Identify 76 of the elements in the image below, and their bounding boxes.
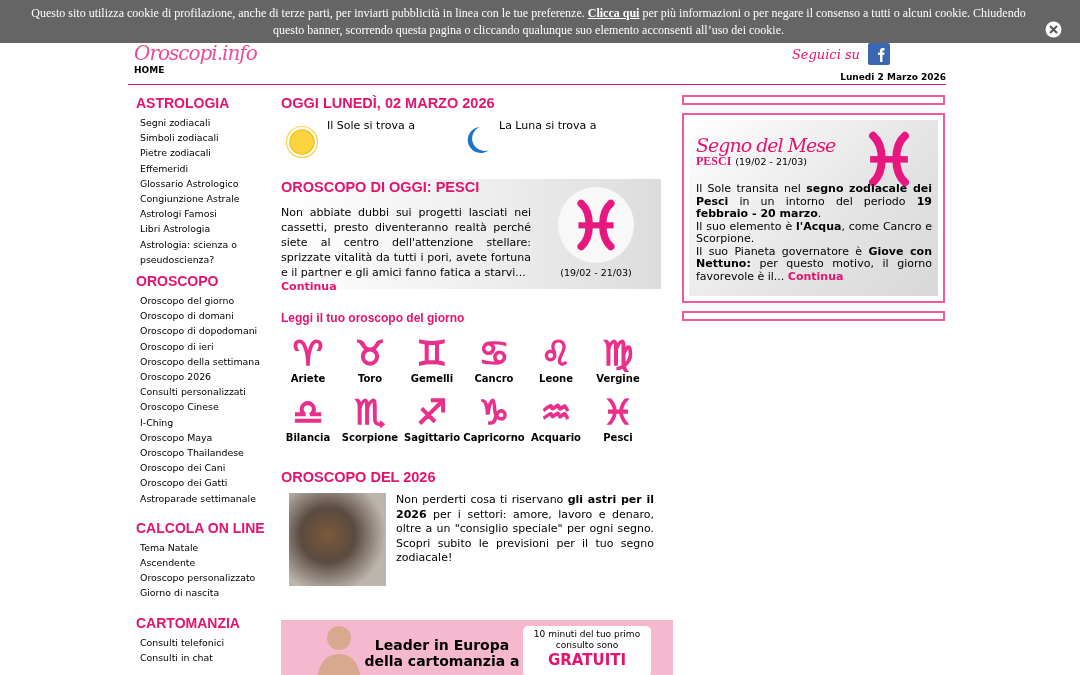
sidebar-link[interactable]: Oroscopo della settimana [140,353,278,370]
zodiac-sign-link[interactable]: ♓ Pesci [587,392,649,443]
moon-position: La Luna si trova a [499,119,597,134]
sidebar-link[interactable]: Congiunzione Astrale [140,191,278,207]
year-text: Non perderti cosa ti riservano gli astri per il 2026 per i settori: amore, lavoro e denaro, oltre a un "consiglio speciale" per ogni segno. Scopri subito le previsioni per il tuo segno zodiacale! [396,493,654,566]
offer-highlight: GRATUITI [546,651,628,669]
month-sign-title: Segno del Mese [696,134,836,156]
sidebar-link[interactable]: Oroscopo Maya [140,429,278,446]
signs-heading: Leggi il tuo oroscopo del giorno [281,311,466,325]
date-heading: OGGI LUNEDÌ, 02 MARZO 2026 [281,95,496,111]
horoscope-text: Non abbiate dubbi sui progetti lasciati nei cassetti, presto diventeranno realtà perché siete al centro dell'attenzione stellare: sprizzate vitalità da tutti i pori, avete fortuna e il partner e gli amici fanno fatica a starvi... [281,205,531,280]
zodiac-sign-link[interactable]: ♐ Sagittario [401,392,463,443]
sidebar-link[interactable]: Tema Natale [140,539,278,556]
section-heading: OROSCOPO [136,273,220,290]
sign-description: Il Sole transita nel segno zodiacale dei Pesci in un intorno del periodo 19 febbraio - 20 marzo. [696,183,932,221]
current-date: Lunedi 2 Marzo 2026 [840,72,946,82]
sidebar-link[interactable]: Consulti telefonici [140,634,278,650]
info-link[interactable]: Clicca qui [587,6,640,20]
offer-text: 10 minuti del tuo primo consulto sono [532,629,642,651]
date-range: (19/02 - 21/03) [560,267,632,278]
zodiac-sign-link[interactable]: ♌ Leone [525,333,587,384]
ad-headline: Leader in Europa [373,637,511,653]
sidebar-link[interactable]: Oroscopo Thailandese [140,445,278,461]
sidebar-link[interactable]: I-Ching [140,414,278,430]
zodiac-sign-link[interactable]: ♍ Vergine [587,333,649,384]
horoscope-title: OROSCOPO DI OGGI: PESCI [281,179,481,195]
sidebar-link[interactable]: Oroscopo personalizzato [140,570,278,586]
year-heading: OROSCOPO DEL 2026 [281,469,437,485]
sidebar-link[interactable]: Consulti personalizzati [140,384,278,400]
zodiac-sign-link[interactable]: ♈ Ariete [277,333,339,384]
sidebar-link[interactable]: Oroscopo Cinese [140,399,278,415]
sidebar-link[interactable]: Libri Astrologia [140,221,278,237]
continue-link[interactable]: Continua [281,280,337,293]
sidebar-link[interactable]: Simboli zodiacali [140,130,278,146]
date-range: (19/02 - 21/03) [735,156,807,167]
site-logo[interactable]: Oroscopi.info [134,42,257,64]
close-icon[interactable] [1044,21,1062,38]
sidebar-link[interactable]: Oroscopo dei Gatti [140,475,278,491]
zodiac-sign-link[interactable]: ♏ Scorpione [339,392,401,443]
facebook-icon[interactable] [868,43,890,65]
zodiac-sign-link[interactable]: ♎ Bilancia [277,392,339,443]
section-heading: CALCOLA ON LINE [136,519,266,536]
sidebar-link[interactable]: Oroscopo del giorno [140,293,278,309]
zodiac-sign-link[interactable]: ♒ Acquario [525,392,587,443]
zodiac-sign-link[interactable]: ♊ Gemelli [401,333,463,384]
sidebar-link[interactable]: Astroparade settimanale [140,490,278,506]
sidebar-link[interactable]: Astrologia: scienza o pseudoscienza? [140,236,278,268]
sun-icon [285,125,319,159]
sidebar-link[interactable]: Giorno di nascita [140,585,278,601]
section-heading: CARTOMANZIA [136,614,241,631]
sign-description: Il suo Pianeta governatore è Giove con Nettuno: per questo motivo, il giorno favorevole è il... Continua [696,245,932,283]
ad-headline: della cartomanzia a [363,653,521,669]
photo-placeholder[interactable] [289,493,386,586]
sidebar-link[interactable]: Oroscopo di domani [140,308,278,324]
sidebar-link[interactable]: Ascendente [140,555,278,571]
nav-link[interactable]: HOME [134,65,165,75]
sidebar-link[interactable]: Astrologi Famosi [140,206,278,222]
sidebar-link[interactable]: Oroscopo di dopodomani [140,323,278,339]
zodiac-sign-link[interactable]: ♉ Toro [339,333,401,384]
sidebar-link[interactable]: Oroscopo di ieri [140,338,278,354]
follow-label: Seguici su [791,46,860,62]
sidebar-link[interactable]: Pietre zodiacali [140,145,278,161]
sun-position: Il Sole si trova a [327,119,415,134]
sign-description: Il suo elemento è l'Acqua, come Cancro e Scorpione. [696,220,932,246]
sidebar-link[interactable]: Oroscopo dei Cani [140,460,278,476]
section-heading: ASTROLOGIA [136,95,231,111]
continue-link[interactable]: Continua [787,269,844,283]
sidebar-link[interactable]: Effemeridi [140,160,278,176]
sidebar-link[interactable]: Segni zodiacali [140,115,278,131]
sidebar-link[interactable]: Glossario Astrologico [140,175,278,191]
zodiac-sign-link[interactable]: ♋ Cancro [463,333,525,384]
zodiac-sign-link[interactable]: ♑ Capricorno [463,392,525,443]
cookie-notice: Questo sito utilizza cookie di profilazione, anche di terze parti, per inviarti pubblicità in linea con le tue preferenze. Clicca qui per più informazioni o per negare il consenso a tutti o alcuni cookie. Chiudendo questo banner, scorrendo questa pagina o cliccando qualunque suo elemento acconsenti all’uso dei cookie. [30,5,1027,39]
sidebar-link[interactable]: Oroscopo 2026 [140,369,278,385]
sidebar-link[interactable]: Consulti in chat [140,649,278,666]
ad-banner[interactable]: Leader in Europa della cartomanzia a 10 minuti del tuo primo consulto sono GRATUITI [281,620,673,675]
